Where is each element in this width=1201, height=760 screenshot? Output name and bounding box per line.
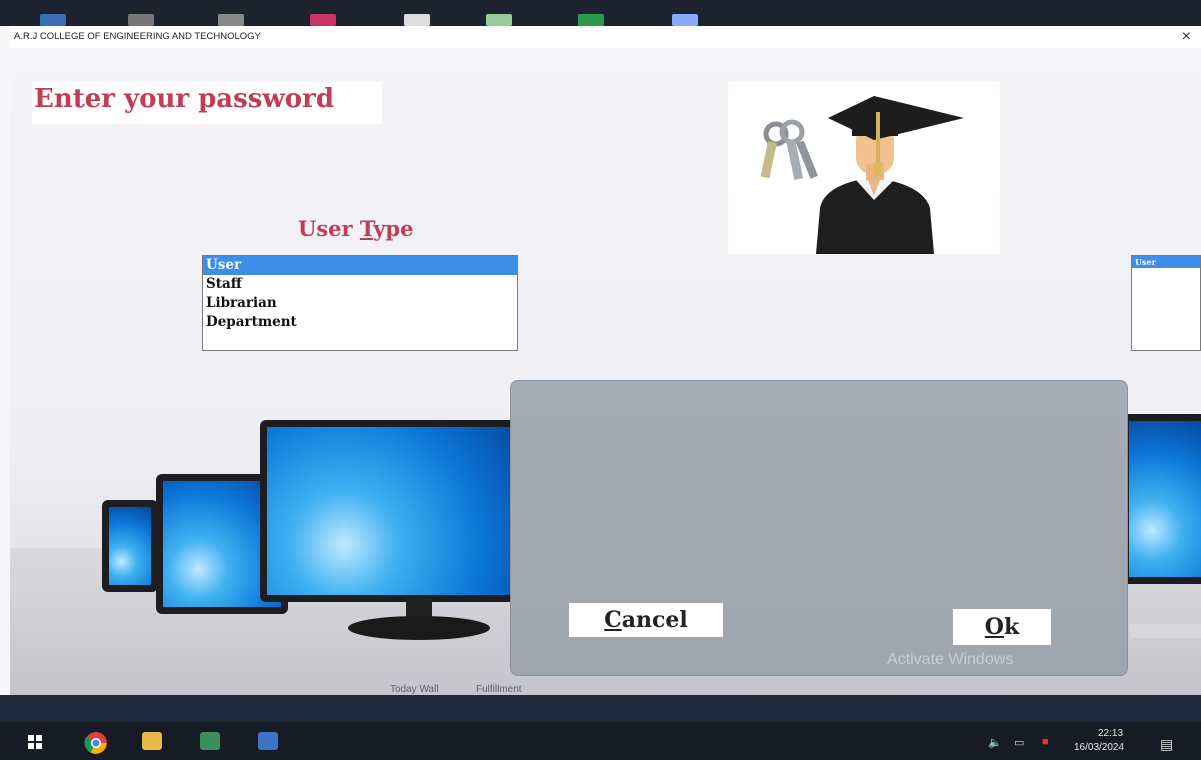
notification-icon[interactable]: ▤ — [1160, 736, 1173, 753]
user-type-listbox[interactable]: User Staff Librarian Department — [202, 255, 518, 351]
background-caption: Today Wall — [390, 684, 439, 695]
clock-date[interactable]: 16/03/2024 — [1074, 742, 1124, 753]
tablet-graphic — [102, 500, 158, 592]
background-app-icon — [218, 14, 244, 26]
monitor-base — [348, 616, 490, 640]
page-title: Enter your password — [34, 84, 335, 114]
window-titlebar: A.R.J COLLEGE OF ENGINEERING AND TECHNOL… — [10, 26, 1201, 48]
list-item[interactable]: Staff — [203, 275, 517, 294]
cancel-mnemonic: C — [604, 607, 622, 633]
background-caption: Fulfillment — [476, 684, 522, 695]
laptop-base — [1130, 624, 1201, 638]
windows-start-icon[interactable] — [28, 735, 42, 749]
taskbar: 🔈 ▭ ■ 22:13 16/03/2024 ▤ — [0, 722, 1201, 760]
cancel-button[interactable]: Cancel — [569, 603, 723, 637]
background-app-icon — [310, 14, 336, 26]
clock-time[interactable]: 22:13 — [1098, 728, 1123, 739]
login-window-body: Enter your password User Type User Staff… — [10, 48, 1201, 695]
user-type-label-text: User — [298, 216, 360, 241]
security-icon[interactable]: ■ — [1042, 736, 1049, 748]
close-icon[interactable]: × — [1182, 28, 1191, 46]
user-type-label: User Type — [298, 216, 413, 241]
keys-icon — [760, 119, 818, 180]
network-icon[interactable]: ▭ — [1014, 736, 1024, 749]
spreadsheet-app-icon[interactable] — [200, 732, 220, 750]
cancel-label: ancel — [621, 607, 688, 633]
user-type-label-text-end: ype — [373, 216, 414, 241]
background-app-icon — [40, 14, 66, 26]
list-item[interactable]: User — [1132, 256, 1200, 268]
monitor-graphic — [260, 420, 530, 602]
list-item[interactable]: Librarian — [203, 294, 517, 313]
activate-windows-watermark: Activate Windows — [887, 651, 1014, 668]
password-dialog: Cancel Ok Activate Windows — [510, 380, 1128, 676]
graduate-keys-illustration — [728, 82, 1000, 254]
ok-label: k — [1003, 614, 1020, 640]
background-app-icon — [486, 14, 512, 26]
monitor-graphic — [1122, 414, 1201, 584]
window-title: A.R.J COLLEGE OF ENGINEERING AND TECHNOL… — [14, 31, 261, 42]
list-item[interactable]: User — [203, 256, 517, 275]
background-app-icon — [128, 14, 154, 26]
graduate-icon — [760, 96, 964, 254]
ok-button[interactable]: Ok — [953, 609, 1051, 645]
heading-container: Enter your password — [32, 82, 382, 124]
user-type-label-mnemonic: T — [359, 216, 374, 241]
file-explorer-icon[interactable] — [142, 732, 162, 750]
list-item[interactable]: Department — [203, 313, 517, 332]
background-strip — [0, 0, 1201, 26]
document-app-icon[interactable] — [258, 732, 278, 750]
volume-icon[interactable]: 🔈 — [988, 736, 1002, 749]
background-app-icon — [578, 14, 604, 26]
background-app-icon — [672, 14, 698, 26]
desktop-strip — [0, 695, 1201, 722]
ok-mnemonic: O — [984, 614, 1004, 640]
background-app-icon — [404, 14, 430, 26]
secondary-listbox[interactable]: User — [1131, 255, 1201, 351]
chrome-icon[interactable] — [84, 731, 108, 755]
